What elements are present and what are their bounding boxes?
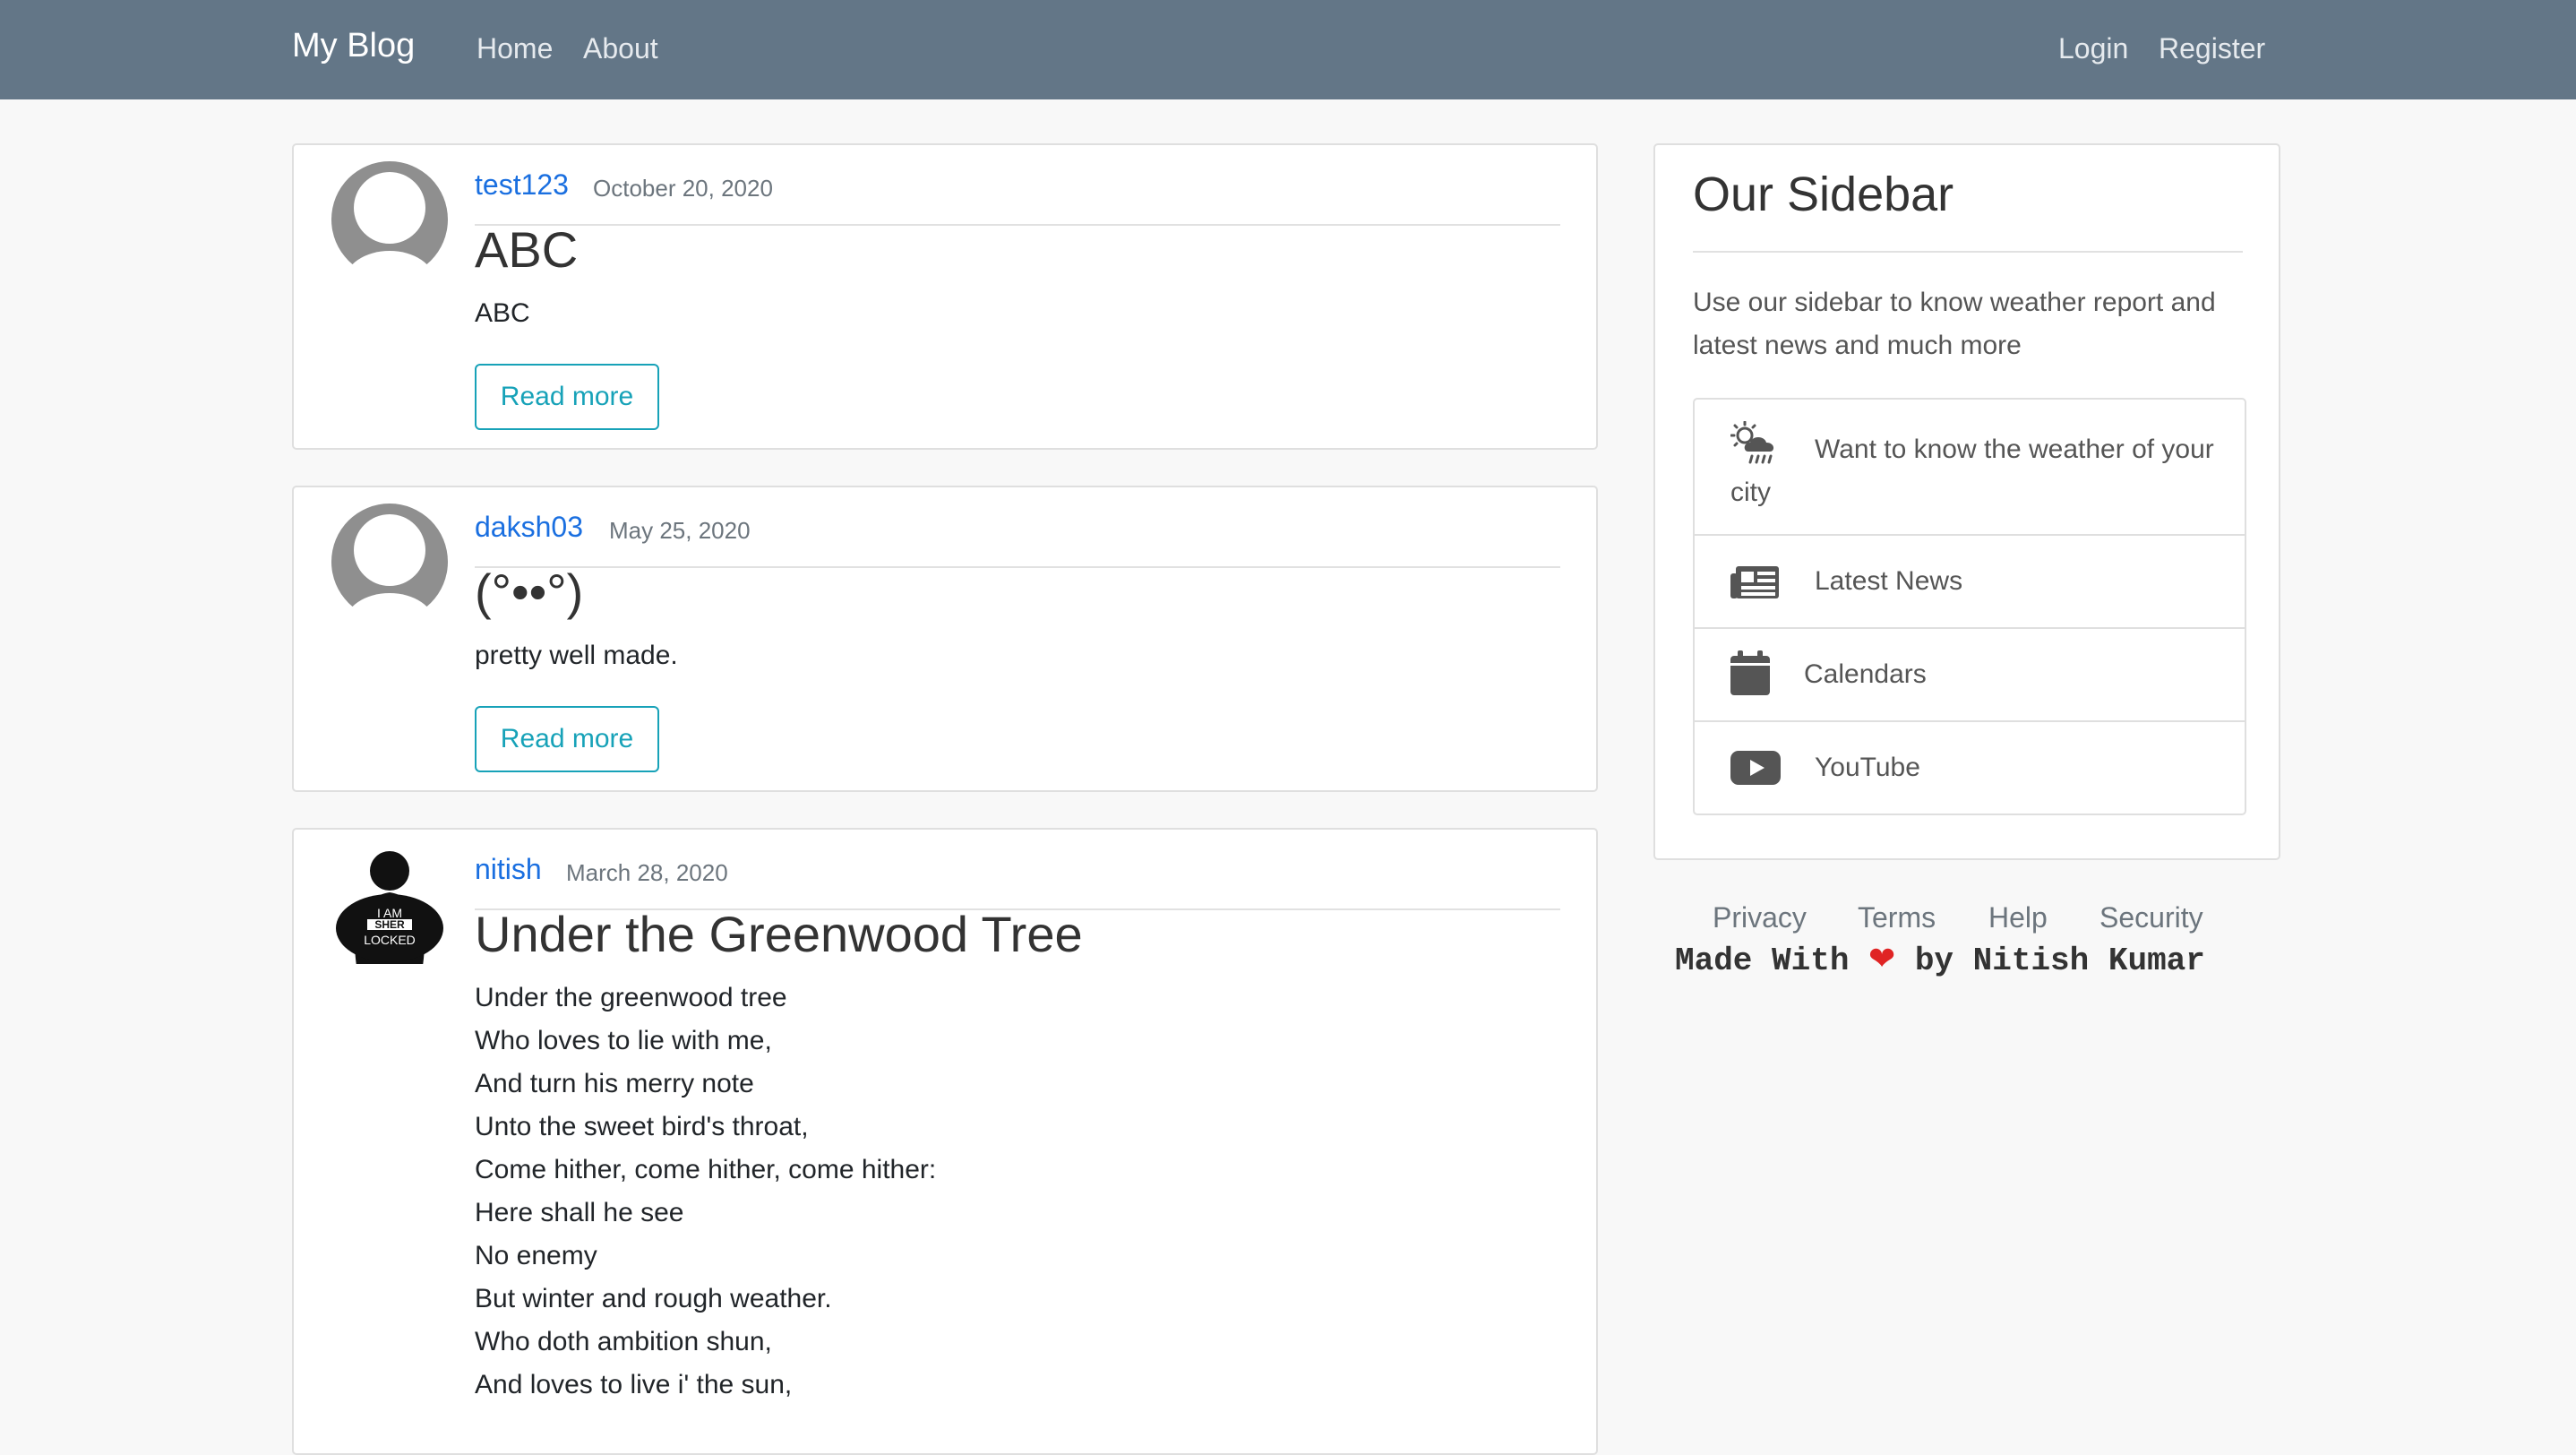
nav-login-link[interactable]: Login: [2058, 32, 2128, 65]
read-more-button[interactable]: Read more: [475, 706, 659, 772]
sherlock-avatar-icon: I AM SHER LOCKED: [331, 848, 448, 964]
sidebar-item-label: Calendars: [1804, 659, 1927, 689]
post-card: daksh03 May 25, 2020 (°••°) pretty well …: [292, 486, 1598, 792]
sidebar-item-news[interactable]: Latest News: [1695, 536, 2245, 629]
heart-icon: ❤: [1868, 941, 1896, 977]
made-with-author: by Nitish Kumar: [1914, 943, 2205, 979]
post-date: March 28, 2020: [566, 859, 728, 886]
footer-terms-link[interactable]: Terms: [1858, 901, 1936, 934]
post-content: Under the greenwood tree Who loves to li…: [475, 983, 937, 1399]
made-with-prefix: Made With: [1675, 943, 1850, 979]
sidebar-item-label: YouTube: [1815, 753, 1920, 782]
made-with-credit: Made With ❤ by Nitish Kumar: [1675, 941, 2257, 979]
post-content: ABC: [475, 298, 530, 328]
post-author-link[interactable]: nitish: [475, 853, 542, 886]
post-author-link[interactable]: daksh03: [475, 511, 583, 544]
sidebar-item-label: Latest News: [1815, 566, 1963, 596]
default-avatar-icon: [331, 161, 448, 278]
sidebar-description: Use our sidebar to know weather report a…: [1693, 288, 2216, 360]
post-title[interactable]: (°••°): [475, 563, 583, 621]
sidebar-list: Want to know the weather of your city La…: [1693, 398, 2246, 815]
sidebar-divider: [1693, 251, 2243, 253]
sidebar-title: Our Sidebar: [1693, 168, 1954, 221]
svg-text:SHER: SHER: [374, 918, 405, 931]
sidebar-item-weather[interactable]: Want to know the weather of your city: [1695, 400, 2245, 536]
sidebar-item-calendars[interactable]: Calendars: [1695, 629, 2245, 722]
read-more-button[interactable]: Read more: [475, 364, 659, 430]
post-author-link[interactable]: test123: [475, 168, 569, 202]
default-avatar-icon: [331, 504, 448, 620]
nav-register-link[interactable]: Register: [2159, 32, 2265, 65]
post-card: test123 October 20, 2020 ABC ABC Read mo…: [292, 143, 1598, 450]
post-date: May 25, 2020: [609, 517, 751, 544]
footer-security-link[interactable]: Security: [2099, 901, 2203, 934]
footer-privacy-link[interactable]: Privacy: [1713, 901, 1807, 934]
post-title[interactable]: Under the Greenwood Tree: [475, 905, 1083, 963]
post-content: pretty well made.: [475, 641, 678, 670]
sidebar-item-youtube[interactable]: YouTube: [1695, 722, 2245, 815]
nav-about-link[interactable]: About: [583, 32, 658, 65]
post-meta: test123 October 20, 2020: [475, 161, 1560, 226]
navbar: My Blog Home About Login Register: [0, 0, 2576, 99]
footer-help-link[interactable]: Help: [1988, 901, 2048, 934]
brand-link[interactable]: My Blog: [292, 27, 415, 65]
youtube-icon: [1730, 751, 1781, 785]
post-meta: nitish March 28, 2020: [475, 846, 1560, 910]
sidebar: Our Sidebar Use our sidebar to know weat…: [1653, 143, 2280, 860]
post-title[interactable]: ABC: [475, 220, 578, 279]
post-date: October 20, 2020: [593, 175, 773, 202]
post-meta: daksh03 May 25, 2020: [475, 504, 1560, 568]
post-card: I AM SHER LOCKED nitish March 28, 2020 U…: [292, 828, 1598, 1455]
calendar-icon: [1730, 650, 1770, 695]
sidebar-item-label: Want to know the weather of your city: [1730, 435, 2214, 507]
newspaper-icon: [1730, 566, 1779, 598]
nav-home-link[interactable]: Home: [477, 32, 553, 65]
svg-text:LOCKED: LOCKED: [364, 933, 416, 947]
